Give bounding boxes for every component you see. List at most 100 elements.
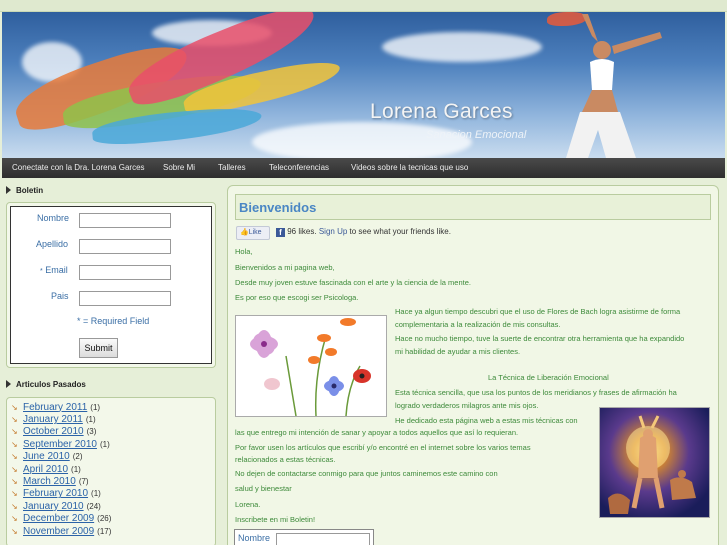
content-header: Bienvenidos bbox=[235, 194, 711, 220]
header-banner: Lorena Garces Sanacion Emocional bbox=[2, 12, 725, 158]
paragraph: Hace no mucho tiempo, tuve la suerte de … bbox=[395, 334, 685, 343]
facebook-like-button[interactable]: 👍Like bbox=[236, 226, 270, 240]
archives-heading: Articulos Pasados bbox=[6, 376, 216, 392]
archive-link[interactable]: April 2010 bbox=[23, 464, 68, 475]
paragraph: salud y bienestar bbox=[235, 484, 292, 493]
archive-item[interactable]: ↘ February 2011 (1) bbox=[11, 401, 211, 413]
archive-count: (1) bbox=[91, 489, 101, 499]
paragraph: Lorena. bbox=[235, 500, 261, 509]
triangle-bullet-icon bbox=[6, 380, 11, 388]
signup-suffix: to see what your friends like. bbox=[349, 227, 451, 236]
paragraph: Hace ya algun tiempo descubri que el uso… bbox=[395, 307, 681, 316]
email-label: * Email bbox=[40, 265, 68, 275]
arrow-bullet-icon: ↘ bbox=[11, 489, 18, 499]
submit-button[interactable]: Submit bbox=[79, 338, 118, 358]
archive-item[interactable]: ↘ October 2010 (3) bbox=[11, 426, 211, 438]
healing-figures-image bbox=[599, 407, 710, 518]
flowers-image bbox=[235, 315, 387, 417]
nav-item-videos[interactable]: Videos sobre la tecnicas que uso bbox=[351, 163, 468, 172]
arrow-bullet-icon: ↘ bbox=[11, 514, 18, 524]
nombre-field[interactable] bbox=[79, 213, 171, 228]
pais-field[interactable] bbox=[79, 291, 171, 306]
archive-item[interactable]: ↘ September 2010 (1) bbox=[11, 438, 211, 450]
archive-count: (7) bbox=[78, 477, 89, 487]
paragraph: Desde muy joven estuve fascinada con el … bbox=[235, 278, 471, 287]
paragraph: las que entrego mi intención de sanar y … bbox=[235, 428, 519, 437]
nav-item-conectate[interactable]: Conectate con la Dra. Lorena Garces bbox=[12, 163, 145, 172]
email-label-text: Email bbox=[45, 265, 68, 275]
archive-count: (1) bbox=[99, 439, 110, 449]
archive-item[interactable]: ↘ January 2010 (24) bbox=[11, 500, 211, 512]
site-subtitle: Sanacion Emocional bbox=[426, 129, 527, 141]
archive-link[interactable]: January 2011 bbox=[23, 414, 83, 425]
archive-count: (3) bbox=[86, 427, 97, 437]
bottom-nombre-field[interactable] bbox=[276, 533, 370, 545]
main-nav: Conectate con la Dra. Lorena Garces Sobr… bbox=[2, 158, 725, 178]
nombre-label: Nombre bbox=[37, 213, 70, 223]
archive-count: (1) bbox=[90, 402, 101, 412]
arrow-bullet-icon: ↘ bbox=[11, 427, 18, 437]
main-content: Bienvenidos 👍Like f 96 likes. Sign Up to… bbox=[227, 185, 719, 545]
archive-item[interactable]: ↘ March 2010 (7) bbox=[11, 475, 211, 487]
archive-link[interactable]: December 2009 bbox=[23, 513, 94, 524]
arrow-bullet-icon: ↘ bbox=[11, 501, 18, 511]
triangle-bullet-icon bbox=[6, 186, 11, 194]
top-strip bbox=[0, 0, 727, 12]
apellido-label: Apellido bbox=[36, 239, 69, 249]
archive-count: (26) bbox=[97, 514, 112, 524]
archive-item[interactable]: ↘ February 2010 (1) bbox=[11, 488, 211, 500]
newsletter-heading-label: Boletin bbox=[16, 185, 44, 195]
paragraph: He dedicado esta página web a estas mis … bbox=[395, 416, 578, 425]
like-label: Like bbox=[248, 229, 262, 236]
paragraph: Inscribete en mi Boletin! bbox=[235, 515, 316, 524]
archive-link[interactable]: February 2011 bbox=[23, 402, 87, 413]
paragraph: mi habilidad de ayudar a mis clientes. bbox=[395, 347, 521, 356]
archive-link[interactable]: March 2010 bbox=[23, 476, 76, 487]
woman-figure bbox=[566, 14, 662, 158]
newsletter-heading: Boletin bbox=[6, 182, 216, 198]
arrow-bullet-icon: ↘ bbox=[11, 526, 18, 536]
archives-list: ↘ February 2011 (1) ↘ January 2011 (1) ↘ Octo… bbox=[6, 397, 216, 545]
paragraph: logrado verdaderos milagros ante mis ojo… bbox=[395, 401, 539, 410]
paragraph: relacionados a estas técnicas. bbox=[235, 455, 336, 464]
thumbs-up-icon: 👍 bbox=[240, 229, 249, 236]
archive-count: (1) bbox=[71, 464, 81, 474]
required-marker: * bbox=[40, 268, 43, 275]
paragraph: Hola, bbox=[235, 247, 253, 256]
archive-count: (24) bbox=[86, 501, 101, 511]
nav-item-talleres[interactable]: Talleres bbox=[218, 163, 246, 172]
archive-item[interactable]: ↘ November 2009 (17) bbox=[11, 525, 211, 537]
archive-link[interactable]: February 2010 bbox=[23, 488, 88, 499]
archive-item[interactable]: ↘ January 2011 (1) bbox=[11, 413, 211, 425]
archive-count: (1) bbox=[85, 415, 96, 425]
archive-link[interactable]: June 2010 bbox=[23, 451, 70, 462]
email-field[interactable] bbox=[79, 265, 171, 280]
nav-item-sobre-mi[interactable]: Sobre Mi bbox=[163, 163, 195, 172]
archive-link[interactable]: November 2009 bbox=[23, 526, 94, 537]
likes-count: 96 likes. bbox=[287, 227, 317, 236]
archive-item[interactable]: ↘ June 2010 (2) bbox=[11, 451, 211, 463]
archive-item[interactable]: ↘ December 2009 (26) bbox=[11, 513, 211, 525]
archive-link[interactable]: January 2010 bbox=[23, 501, 84, 512]
paragraph: Bienvenidos a mi pagina web, bbox=[235, 263, 335, 272]
paragraph: No dejen de contactarse conmigo para que… bbox=[235, 469, 498, 478]
bottom-newsletter-form: Nombre bbox=[234, 529, 374, 545]
newsletter-box: Nombre Apellido * Email Pais * = Require… bbox=[6, 202, 216, 368]
arrow-bullet-icon: ↘ bbox=[11, 464, 18, 474]
archive-item[interactable]: ↘ April 2010 (1) bbox=[11, 463, 211, 475]
page-title: Bienvenidos bbox=[239, 200, 317, 215]
signup-link[interactable]: Sign Up bbox=[319, 227, 347, 236]
paragraph: complementaria a la realización de mis c… bbox=[395, 320, 561, 329]
archive-link[interactable]: September 2010 bbox=[23, 439, 97, 450]
apellido-field[interactable] bbox=[79, 239, 171, 254]
sidebar: Boletin Nombre Apellido * Email Pais * =… bbox=[6, 182, 216, 545]
section-heading: La Técnica de Liberación Emocional bbox=[488, 373, 609, 382]
archive-link[interactable]: October 2010 bbox=[23, 426, 84, 437]
archives-heading-label: Articulos Pasados bbox=[16, 379, 86, 389]
pais-label: Pais bbox=[51, 291, 69, 301]
facebook-icon: f bbox=[276, 228, 285, 237]
archive-count: (2) bbox=[72, 452, 83, 462]
facebook-likes-row: f 96 likes. Sign Up to see what your fri… bbox=[276, 227, 451, 237]
nav-item-teleconferencias[interactable]: Teleconferencias bbox=[269, 163, 329, 172]
arrow-bullet-icon: ↘ bbox=[11, 415, 18, 425]
